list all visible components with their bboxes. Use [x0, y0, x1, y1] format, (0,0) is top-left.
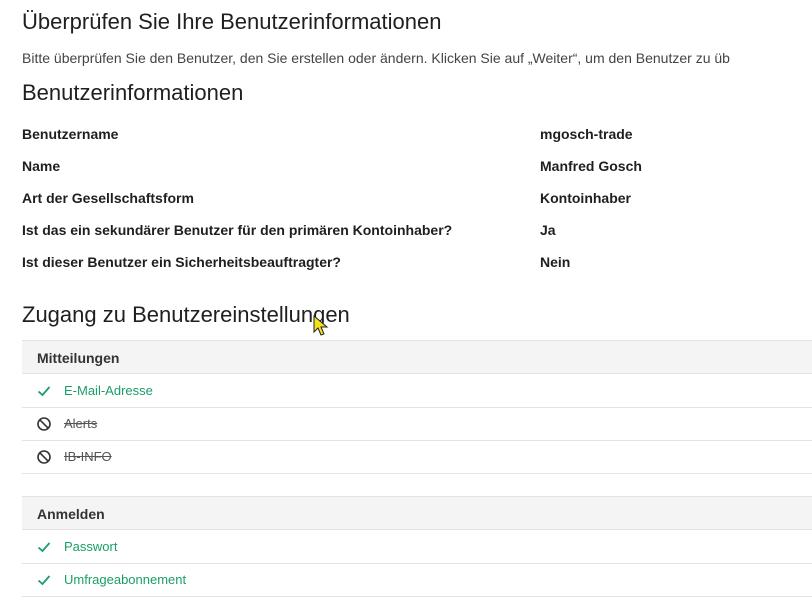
group-header-anmelden: Anmelden — [22, 496, 812, 530]
check-icon — [37, 542, 51, 553]
user-info-heading: Benutzerinformationen — [22, 80, 244, 105]
info-label: Ist dieser Benutzer ein Sicherheitsbeauf… — [22, 254, 341, 270]
group-header-mitteilungen: Mitteilungen — [22, 340, 812, 374]
page-title: Überprüfen Sie Ihre Benutzerinformatione… — [22, 9, 442, 34]
blocked-icon — [37, 417, 51, 431]
info-row-security-officer: Ist dieser Benutzer ein Sicherheitsbeauf… — [22, 254, 812, 274]
permission-row: Alerts — [22, 408, 812, 441]
info-row-secondary-user: Ist das ein sekundärer Benutzer für den … — [22, 222, 812, 242]
page-description: Bitte überprüfen Sie den Benutzer, den S… — [22, 50, 730, 66]
group-title: Mitteilungen — [37, 350, 120, 366]
info-value: Ja — [540, 222, 556, 238]
group-title: Anmelden — [37, 506, 105, 522]
permission-row: E-Mail-Adresse — [22, 375, 812, 408]
check-icon — [37, 386, 51, 397]
permission-row: Umfrageabonnement — [22, 564, 812, 597]
info-row-name: Name Manfred Gosch — [22, 158, 812, 178]
permission-label: Passwort — [64, 539, 118, 554]
info-value: Manfred Gosch — [540, 158, 642, 174]
access-settings-heading: Zugang zu Benutzereinstellungen — [22, 302, 350, 327]
info-row-company-type: Art der Gesellschaftsform Kontoinhaber — [22, 190, 812, 210]
permission-label: E-Mail-Adresse — [64, 383, 153, 398]
info-value: mgosch-trade — [540, 126, 633, 142]
permission-label: IB-INFO — [64, 449, 112, 464]
permission-row: IB-INFO — [22, 441, 812, 474]
permission-label: Umfrageabonnement — [64, 572, 187, 587]
info-value: Kontoinhaber — [540, 190, 631, 206]
mouse-cursor-icon — [313, 315, 329, 336]
check-icon — [37, 575, 51, 586]
info-value: Nein — [540, 254, 571, 270]
permission-row: Passwort — [22, 531, 812, 564]
info-label: Benutzername — [22, 126, 119, 142]
permission-label: Alerts — [64, 416, 98, 431]
blocked-icon — [37, 450, 51, 464]
info-row-username: Benutzername mgosch-trade — [22, 126, 812, 146]
info-label: Name — [22, 158, 61, 174]
info-label: Art der Gesellschaftsform — [22, 190, 194, 206]
info-label: Ist das ein sekundärer Benutzer für den … — [22, 222, 453, 238]
